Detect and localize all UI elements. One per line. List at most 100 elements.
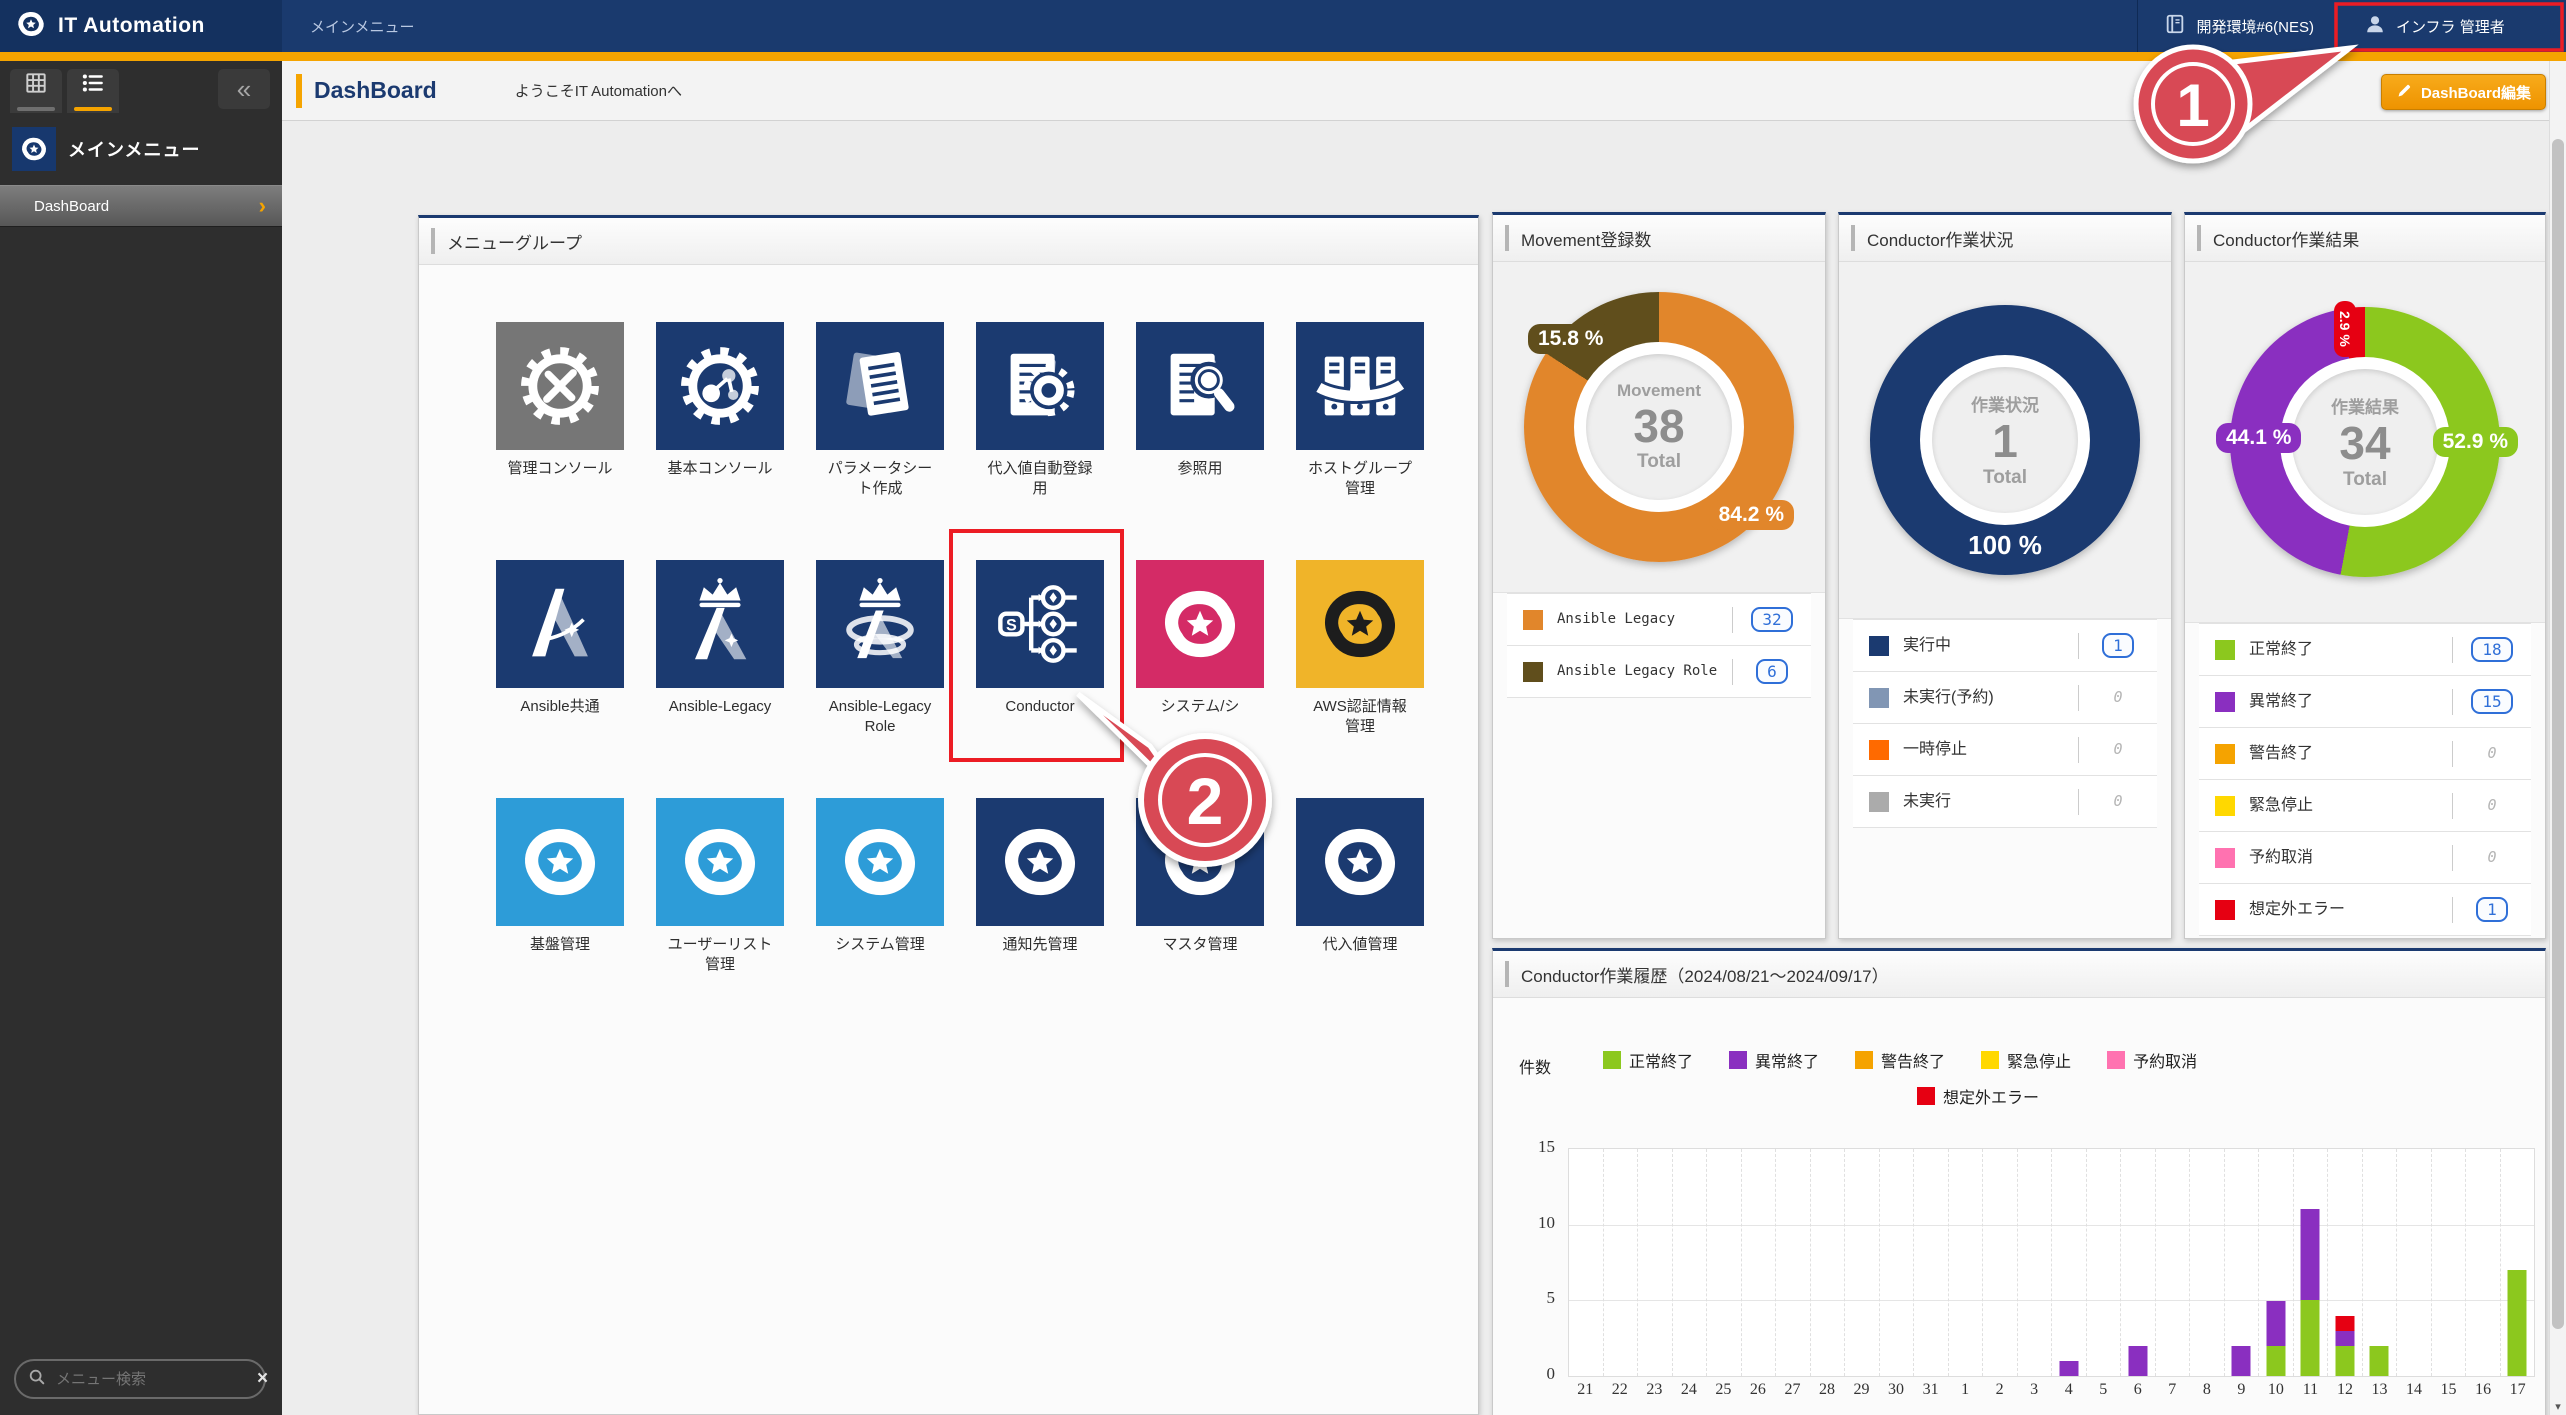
page-title: DashBoard — [314, 77, 437, 104]
legend-row[interactable]: Ansible Legacy Role 6 — [1507, 645, 1811, 697]
panel-title: Conductor作業結果 — [2213, 226, 2359, 251]
x-axis-tick: 31 — [1913, 1381, 1948, 1399]
history-legend-row1: 正常終了 異常終了 警告終了 緊急停止 予約取消 — [1603, 1048, 2197, 1072]
environment-selector[interactable]: 開発環境#6(NES) — [2137, 0, 2340, 52]
swirl-icon — [1136, 798, 1264, 926]
menu-tile-conductor[interactable]: SConductor — [960, 560, 1120, 798]
legend-row: 未実行(予約) 0 — [1853, 671, 2157, 723]
menu-search-input[interactable] — [54, 1370, 257, 1389]
panel-title: メニューグループ — [447, 229, 582, 254]
donut-center-label: 作業状況 — [1971, 391, 2039, 416]
menu-tile-system-group[interactable]: システム/シ — [1120, 560, 1280, 798]
x-axis-tick: 12 — [2328, 1381, 2363, 1399]
menu-tile-ansible-common[interactable]: Ansible共通 — [480, 560, 640, 798]
donut-center-label: Movement — [1617, 381, 1701, 401]
legend-row: 警告終了 0 — [2199, 727, 2531, 779]
menu-tile-ansible-legacy-role[interactable]: Ansible-LegacyRole — [800, 560, 960, 798]
donut-center: 作業結果 34 Total — [2292, 369, 2438, 515]
menu-tile-substitution-auto-register[interactable]: 代入値自動登録用 — [960, 322, 1120, 560]
legend-label: 未実行(予約) — [1903, 688, 2078, 708]
sheets-icon — [816, 322, 944, 450]
menu-tile-admin-console[interactable]: 管理コンソール — [480, 322, 640, 560]
swirl-icon — [1296, 798, 1424, 926]
legend-count: 0 — [2079, 740, 2157, 759]
legend-row[interactable]: 正常終了 18 — [2199, 623, 2531, 675]
x-axis-tick: 11 — [2293, 1381, 2328, 1399]
bar-column-7 — [2156, 1149, 2191, 1376]
dashboard-edit-button[interactable]: DashBoard編集 — [2381, 74, 2546, 110]
donut-center-value: 1 — [1992, 416, 2018, 467]
bar-segment — [2232, 1346, 2251, 1376]
history-legend-item: 正常終了 — [1603, 1048, 1693, 1072]
menu-tile-substitution[interactable]: 代入値管理 — [1280, 798, 1440, 1036]
legend-row[interactable]: 想定外エラー 1 — [2199, 883, 2531, 935]
menu-tile-aws-credentials[interactable]: AWS認証情報管理 — [1280, 560, 1440, 798]
bar-column-10 — [2259, 1149, 2294, 1376]
menu-tile-label: Ansible-Legacy — [667, 697, 773, 717]
panel-accent — [1851, 225, 1855, 251]
sidebar-item-dashboard[interactable]: DashBoard › — [0, 185, 282, 227]
menu-tile-system-admin[interactable]: システム管理 — [800, 798, 960, 1036]
legend-row[interactable]: 実行中 1 — [1853, 619, 2157, 671]
legend-label: 想定外エラー — [2249, 900, 2452, 920]
scrollbar-thumb[interactable] — [2552, 139, 2564, 1329]
scrollbar-down-arrow[interactable]: ▾ — [2550, 1400, 2566, 1413]
menu-search-box[interactable]: × — [14, 1359, 266, 1399]
ansible-crown-icon — [656, 560, 784, 688]
legend-swatch — [2215, 744, 2235, 764]
tab-list-view[interactable] — [67, 69, 119, 113]
sidebar-menu-group[interactable]: メインメニュー — [0, 113, 282, 185]
bar-segment — [2335, 1346, 2354, 1376]
legend-label: 異常終了 — [1755, 1048, 1819, 1072]
menu-tile-master[interactable]: マスタ管理 — [1120, 798, 1280, 1036]
user-menu[interactable]: インフラ 管理者 — [2340, 0, 2566, 52]
menu-tile-host-group[interactable]: ホストグループ管理 — [1280, 322, 1440, 560]
tab-grid-view[interactable] — [10, 69, 62, 113]
menu-tile-label: 通知先管理 — [987, 935, 1093, 955]
legend-label: 警告終了 — [2249, 744, 2452, 764]
conductor-status-panel: Conductor作業状況 作業状況 1 Total100 % 実行中 1 未実… — [1838, 212, 2172, 939]
x-axis-tick: 3 — [2017, 1381, 2052, 1399]
menu-tile-parameter-sheet-create[interactable]: パラメータシート作成 — [800, 322, 960, 560]
menu-tile-reference[interactable]: 参照用 — [1120, 322, 1280, 560]
topbar-main-menu[interactable]: メインメニュー — [282, 0, 415, 52]
menu-tile-foundation[interactable]: 基盤管理 — [480, 798, 640, 1036]
legend-count: 18 — [2453, 637, 2531, 662]
legend-label: 警告終了 — [1881, 1048, 1945, 1072]
vertical-scrollbar[interactable]: ▾ — [2549, 61, 2566, 1415]
y-axis-tick: 10 — [1511, 1213, 1555, 1233]
sheet-gear-icon — [976, 322, 1104, 450]
history-legend-item: 警告終了 — [1855, 1048, 1945, 1072]
bar-column-29 — [1845, 1149, 1880, 1376]
menu-tile-ansible-legacy[interactable]: Ansible-Legacy — [640, 560, 800, 798]
x-axis-tick: 5 — [2086, 1381, 2121, 1399]
menu-tile-basic-console[interactable]: 基本コンソール — [640, 322, 800, 560]
status-legend: 実行中 1 未実行(予約) 0 一時停止 0 未実行 0 — [1853, 619, 2157, 828]
x-axis-tick: 27 — [1775, 1381, 1810, 1399]
menu-tile-user-list[interactable]: ユーザーリスト管理 — [640, 798, 800, 1036]
bar-column-16 — [2466, 1149, 2501, 1376]
bar-segment — [2335, 1331, 2354, 1346]
menu-tile-label: 管理コンソール — [507, 459, 613, 479]
legend-row: 未実行 0 — [1853, 775, 2157, 827]
bar-column-14 — [2397, 1149, 2432, 1376]
menu-tile-label: 代入値自動登録用 — [987, 459, 1093, 500]
x-axis-tick: 15 — [2431, 1381, 2466, 1399]
legend-row[interactable]: Ansible Legacy 32 — [1507, 593, 1811, 645]
bar-segment — [2335, 1316, 2354, 1331]
bar-column-6 — [2121, 1149, 2156, 1376]
gear-tools-icon — [496, 322, 624, 450]
legend-row[interactable]: 異常終了 15 — [2199, 675, 2531, 727]
bar-column-24 — [1673, 1149, 1708, 1376]
movement-legend: Ansible Legacy 32 Ansible Legacy Role 6 — [1507, 593, 1811, 698]
user-icon — [2364, 13, 2386, 39]
servers-icon — [1296, 322, 1424, 450]
menu-tile-notification[interactable]: 通知先管理 — [960, 798, 1120, 1036]
x-axis-tick: 21 — [1568, 1381, 1603, 1399]
menu-tile-label: 参照用 — [1147, 459, 1253, 479]
search-clear-icon[interactable]: × — [257, 1368, 268, 1390]
tab-underline — [17, 107, 55, 111]
x-axis-tick: 1 — [1948, 1381, 1983, 1399]
bar-column-31 — [1914, 1149, 1949, 1376]
sidebar-collapse-button[interactable]: « — [218, 69, 270, 109]
